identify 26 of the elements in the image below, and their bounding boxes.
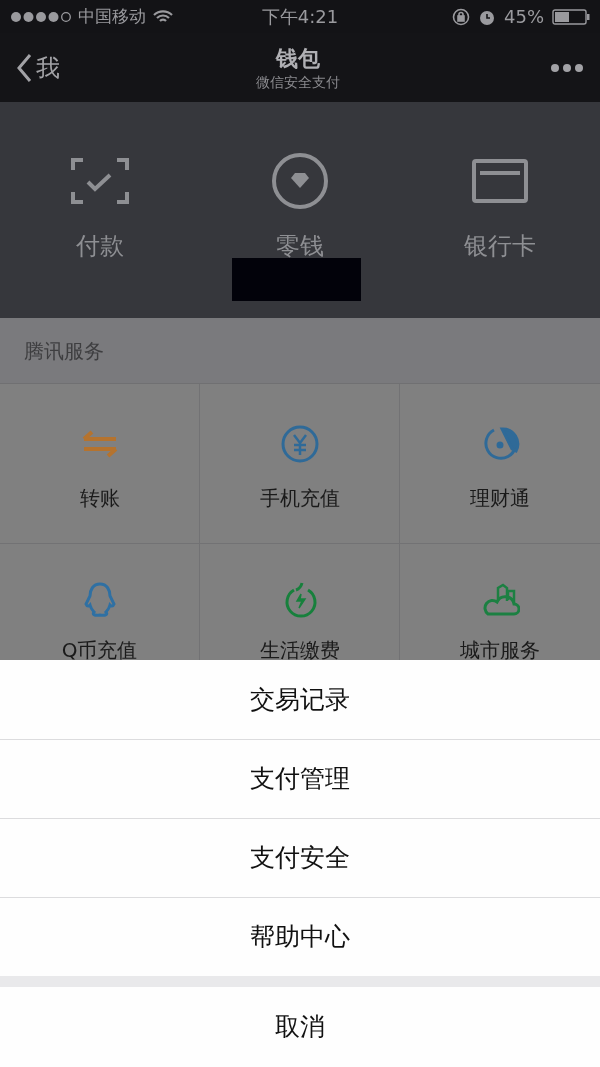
sheet-option[interactable]: 支付管理 xyxy=(0,739,600,818)
cancel-button[interactable]: 取消 xyxy=(0,987,600,1067)
sheet-option[interactable]: 帮助中心 xyxy=(0,897,600,976)
wallet-action[interactable]: 银行卡 xyxy=(400,102,600,318)
diamond-coin-icon xyxy=(271,152,329,210)
carrier-name: 中国移动 xyxy=(78,4,146,28)
page-title: 钱包 xyxy=(276,44,320,73)
signal-icon xyxy=(10,10,72,23)
scan-icon xyxy=(71,158,129,204)
back-button[interactable]: 我 xyxy=(16,49,60,86)
sheet-option[interactable]: 支付安全 xyxy=(0,818,600,897)
ellipsis-icon xyxy=(550,62,584,73)
wallet-action[interactable]: 付款 xyxy=(0,102,200,318)
battery-icon xyxy=(552,8,590,25)
clock-time: 下午4:21 xyxy=(261,5,339,29)
bank-card-icon xyxy=(472,159,528,203)
chevron-left-icon xyxy=(16,52,32,83)
section-title: 腾讯服务 xyxy=(24,337,104,365)
battery-percent: 45% xyxy=(504,5,544,29)
sheet-option[interactable]: 交易记录 xyxy=(0,660,600,739)
wallet-action[interactable]: 零钱 xyxy=(200,102,400,318)
yuan-coin-icon xyxy=(279,424,320,464)
service-tile[interactable]: 转账 xyxy=(0,384,200,544)
service-tile[interactable]: 手机充值 xyxy=(200,384,400,544)
page-subtitle: 微信安全支付 xyxy=(256,72,340,91)
rotation-lock-icon xyxy=(452,7,470,26)
